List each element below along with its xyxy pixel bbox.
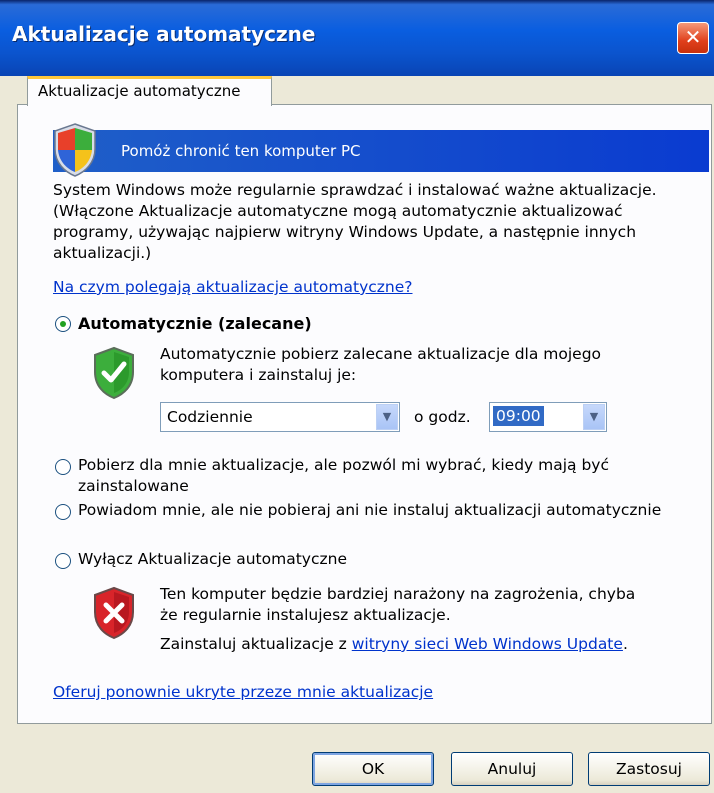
apply-button[interactable]: Zastosuj [588,752,710,786]
time-value: 09:00 [493,406,544,426]
radio-download[interactable] [55,459,71,475]
intro-line: (Włączone Aktualizacje automatyczne mogą… [53,202,623,220]
chevron-down-icon[interactable]: ▼ [376,404,398,430]
chevron-down-icon[interactable]: ▼ [583,404,605,430]
radio-notify[interactable] [55,504,71,520]
radio-download-label[interactable]: Pobierz dla mnie aktualizacje, ale pozwó… [78,455,609,497]
frequency-value: Codziennie [167,408,253,426]
time-label: o godz. [414,408,471,426]
radio-off[interactable] [55,553,71,569]
protect-banner: Pomóż chronić ten komputer PC [53,130,709,172]
ok-button[interactable]: OK [312,752,434,786]
windows-update-link[interactable]: witryny sieci Web Windows Update [352,635,623,653]
window-title: Aktualizacje automatyczne [12,22,316,46]
intro-line: aktualizacji.) [53,244,152,262]
radio-off-label[interactable]: Wyłącz Aktualizacje automatyczne [78,549,347,570]
radio-automatic[interactable] [55,316,71,332]
tab-automatic-updates[interactable]: Aktualizacje automatyczne [27,76,272,106]
close-icon: ✕ [684,25,702,49]
automatic-desc-line: komputera i zainstaluj je: [160,366,357,384]
intro-text: System Windows może regularnie sprawdzać… [53,180,703,264]
off-warning: Ten komputer będzie bardziej narażony na… [160,584,635,626]
cancel-button[interactable]: Anuluj [451,752,573,786]
radio-notify-label[interactable]: Powiadom mnie, ale nie pobieraj ani nie … [78,500,661,521]
help-link[interactable]: Na czym polegają aktualizacje automatycz… [53,278,413,296]
automatic-description: Automatycznie pobierz zalecane aktualiza… [160,344,601,386]
off-warning-line: Ten komputer będzie bardziej narażony na… [160,585,636,603]
install-suffix: . [622,635,628,653]
green-check-shield-icon [94,346,134,400]
banner-text: Pomóż chronić ten komputer PC [121,142,361,160]
title-bar: Aktualizacje automatyczne ✕ [0,0,714,76]
download-label-line: Pobierz dla mnie aktualizacje, ale pozwó… [78,456,610,474]
time-select[interactable]: 09:00 ▼ [489,402,607,432]
close-button[interactable]: ✕ [677,22,709,54]
off-warning-line: że regularnie instalujesz aktualizacje. [160,606,451,624]
install-from-text: Zainstaluj aktualizacje z witryny sieci … [160,634,628,655]
install-prefix: Zainstaluj aktualizacje z [160,635,352,653]
radio-automatic-label[interactable]: Automatycznie (zalecane) [78,313,312,334]
download-label-line: zainstalowane [78,477,189,495]
red-x-shield-icon [94,586,134,640]
automatic-desc-line: Automatycznie pobierz zalecane aktualiza… [160,345,602,363]
offer-hidden-updates-link[interactable]: Oferuj ponownie ukryte przeze mnie aktua… [53,683,433,701]
frequency-select[interactable]: Codziennie ▼ [160,402,400,432]
intro-line: System Windows może regularnie sprawdzać… [53,181,657,199]
windows-security-shield-icon [54,123,96,177]
intro-line: programy, używając najpierw witryny Wind… [53,223,637,241]
